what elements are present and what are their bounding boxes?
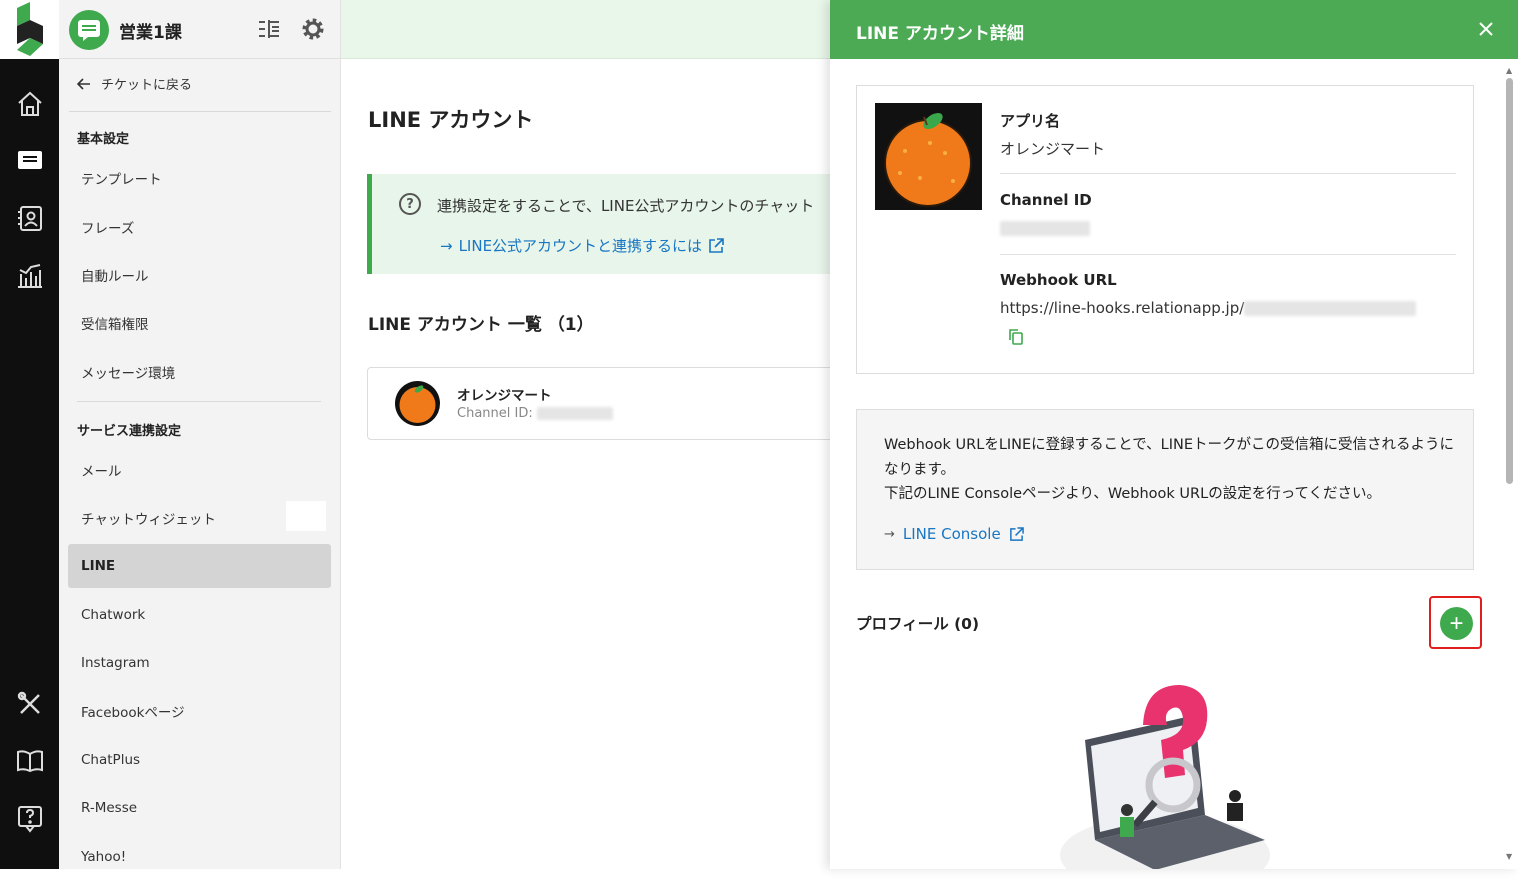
arrow-right-icon: →	[884, 526, 895, 542]
note-line-1: Webhook URLをLINEに登録することで、LINEトークがこの受信箱に受…	[884, 437, 1455, 478]
sidebar-item-templates[interactable]: テンプレート	[68, 156, 331, 200]
app-logo[interactable]	[0, 0, 59, 59]
note-line-2: 下記のLINE Consoleページより、Webhook URLの設定を行ってく…	[884, 486, 1382, 502]
sidebar-item-chatwork[interactable]: Chatwork	[68, 593, 331, 637]
arrow-right-icon: →	[440, 236, 453, 255]
sidebar-item-mail[interactable]: メール	[68, 448, 331, 492]
inbox-name: 営業1課	[119, 23, 182, 43]
scrollbar-thumb[interactable]	[1506, 78, 1513, 484]
info-banner: ? 連携設定をすることで、LINE公式アカウントのチャット → LINE公式アカ…	[367, 174, 867, 274]
add-button-highlight: +	[1429, 596, 1482, 649]
sidebar-item-r-messe[interactable]: R-Messe	[68, 786, 331, 830]
gear-icon[interactable]	[300, 16, 326, 42]
add-profile-button[interactable]: +	[1440, 607, 1473, 640]
webhook-url-value: https://line-hooks.relationapp.jp/	[1000, 299, 1417, 317]
info-text: 連携設定をすることで、LINE公式アカウントのチャット	[437, 197, 815, 215]
analytics-icon[interactable]	[10, 255, 50, 295]
scrollbar[interactable]: ▲ ▼	[1505, 66, 1514, 861]
divider	[1000, 254, 1456, 255]
account-avatar	[395, 381, 440, 426]
book-icon[interactable]	[10, 741, 50, 781]
divider	[69, 111, 331, 112]
sidebar-item-chatplus[interactable]: ChatPlus	[68, 738, 331, 782]
inbox-list-icon[interactable]	[256, 16, 282, 42]
channel-id-field-label: Channel ID	[1000, 191, 1092, 209]
back-label: チケットに戻る	[101, 78, 193, 93]
widget-status-box	[286, 501, 326, 531]
back-to-tickets-link[interactable]: チケットに戻る	[77, 74, 192, 93]
channel-id-value-redacted	[1000, 221, 1090, 236]
webhook-url-redacted	[1244, 301, 1417, 316]
sidebar-item-auto-rules[interactable]: 自動ルール	[68, 253, 331, 297]
inbox-icon	[69, 10, 109, 50]
sidebar-header: 営業1課	[59, 0, 340, 59]
sidebar-item-message-env[interactable]: メッセージ環境	[68, 350, 331, 394]
line-console-link[interactable]: → LINE Console	[884, 525, 1024, 543]
webhook-note-box: Webhook URLをLINEに登録することで、LINEトークがこの受信箱に受…	[856, 409, 1474, 570]
close-icon[interactable]	[1474, 17, 1498, 41]
account-name: オレンジマート	[457, 388, 552, 404]
sidebar-item-instagram[interactable]: Instagram	[68, 641, 331, 685]
app-name-value: オレンジマート	[1000, 140, 1106, 158]
webhook-url-text: https://line-hooks.relationapp.jp/	[1000, 299, 1245, 317]
panel-header: LINE アカウント詳細	[830, 0, 1518, 59]
sidebar-item-yahoo[interactable]: Yahoo!	[68, 835, 331, 879]
question-icon: ?	[399, 193, 421, 215]
page-title: LINE アカウント	[368, 108, 534, 132]
account-detail-card: アプリ名 オレンジマート Channel ID Webhook URL http…	[856, 85, 1474, 374]
webhook-url-label: Webhook URL	[1000, 271, 1117, 289]
app-name-label: アプリ名	[1000, 112, 1061, 130]
scroll-down-icon[interactable]: ▼	[1506, 852, 1512, 861]
arrow-left-icon	[77, 77, 90, 90]
settings-sidebar: 営業1課 チケットに戻る 基本設定 テンプレート フレーズ 自動ルール 受信箱権…	[59, 0, 341, 869]
tools-icon[interactable]	[10, 684, 50, 724]
channel-id-label: Channel ID:	[457, 406, 533, 421]
divider	[1000, 173, 1456, 174]
line-account-detail-panel: LINE アカウント詳細 アプリ名 オレンジマート Channel ID Web…	[830, 0, 1518, 869]
profile-section-title: プロフィール (0)	[856, 615, 980, 633]
sidebar-item-facebook[interactable]: Facebookページ	[68, 689, 331, 733]
line-integration-help-link[interactable]: → LINE公式アカウントと連携するには	[440, 235, 724, 256]
account-list-title: LINE アカウント 一覧 （1）	[368, 315, 594, 335]
sidebar-item-line[interactable]: LINE	[68, 544, 331, 588]
line-account-card[interactable]: オレンジマート Channel ID:	[367, 367, 867, 440]
external-link-icon	[709, 237, 724, 253]
ticket-icon[interactable]	[10, 141, 50, 181]
console-link-label: LINE Console	[902, 525, 1001, 543]
app-avatar	[875, 103, 982, 210]
account-channel-id: Channel ID:	[457, 406, 613, 421]
help-icon[interactable]	[10, 798, 50, 838]
section-title-integrations: サービス連携設定	[77, 424, 182, 439]
webhook-note-text: Webhook URLをLINEに登録することで、LINEトークがこの受信箱に受…	[884, 433, 1459, 507]
copy-icon[interactable]	[1008, 328, 1024, 350]
section-title-basic: 基本設定	[77, 132, 130, 147]
help-link-label: LINE公式アカウントと連携するには	[458, 237, 703, 255]
sidebar-item-phrases[interactable]: フレーズ	[68, 205, 331, 249]
channel-id-redacted	[536, 407, 613, 420]
empty-state-illustration	[1060, 685, 1270, 869]
contacts-icon[interactable]	[10, 198, 50, 238]
external-link-icon	[1009, 526, 1024, 541]
icon-rail	[0, 0, 59, 869]
home-icon[interactable]	[10, 84, 50, 124]
scroll-up-icon[interactable]: ▲	[1506, 66, 1512, 75]
sidebar-item-inbox-permissions[interactable]: 受信箱権限	[68, 301, 331, 345]
panel-title: LINE アカウント詳細	[856, 24, 1024, 44]
divider	[77, 401, 321, 402]
